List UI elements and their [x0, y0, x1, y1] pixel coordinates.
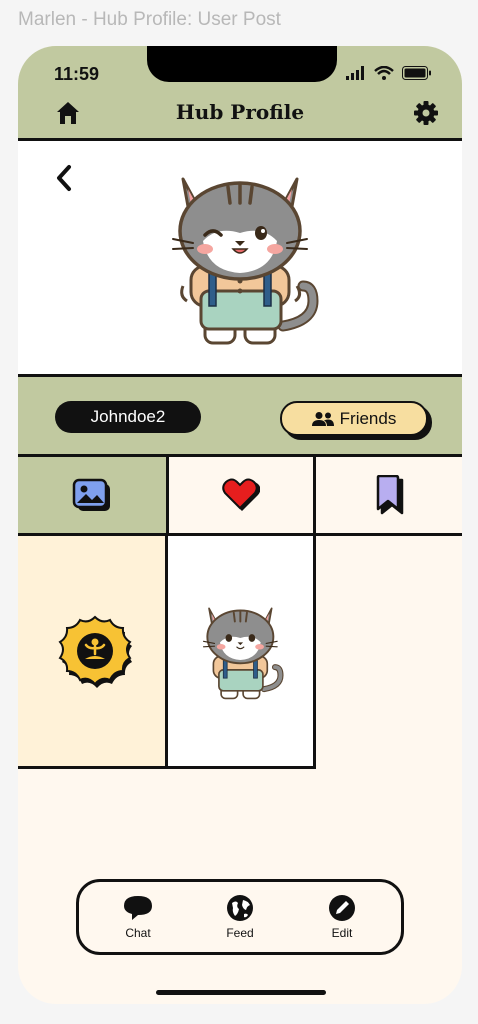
- friends-label: Friends: [339, 408, 397, 428]
- back-button[interactable]: [52, 163, 76, 193]
- profile-hero: [18, 141, 462, 377]
- friends-button[interactable]: Friends: [280, 401, 428, 436]
- profile-bar: Johndoe2 Friends: [18, 377, 462, 457]
- bookmark-icon: [376, 475, 404, 515]
- meditation-badge-icon: [58, 615, 132, 688]
- meditation-badge: [56, 614, 134, 692]
- cat-avatar-icon: [172, 177, 319, 345]
- pencil-icon: [329, 895, 355, 921]
- people-icon: [311, 411, 334, 426]
- status-icons: [346, 66, 432, 80]
- device-notch: [147, 46, 337, 82]
- nav-feed-label: Feed: [226, 926, 254, 940]
- window-title: Marlen - Hub Profile: User Post: [18, 9, 281, 30]
- nav-feed[interactable]: Feed: [210, 894, 270, 940]
- nav-chat[interactable]: Chat: [108, 894, 168, 940]
- app-header: 11:59 Hub Profile: [18, 46, 462, 141]
- home-indicator: [156, 990, 326, 995]
- gear-icon: [414, 101, 438, 125]
- heart-icon: [222, 478, 260, 511]
- cat-image-icon: [202, 607, 284, 700]
- grid-badge-cell[interactable]: [18, 536, 168, 769]
- settings-button[interactable]: [412, 99, 440, 127]
- status-time: 11:59: [54, 64, 100, 84]
- grid-post-cell[interactable]: [168, 536, 316, 769]
- tab-likes[interactable]: [168, 457, 316, 533]
- profile-avatar: [163, 161, 323, 356]
- tab-saved[interactable]: [316, 457, 462, 533]
- nav-edit[interactable]: Edit: [312, 894, 372, 940]
- battery-icon: [402, 66, 431, 80]
- nav-chat-label: Chat: [125, 926, 151, 940]
- nav-edit-label: Edit: [331, 926, 353, 940]
- signal-icon: [346, 66, 364, 80]
- page-title: Hub Profile: [175, 100, 305, 124]
- content-tabs: [18, 457, 462, 536]
- image-icon: [72, 478, 110, 511]
- bottom-nav: Chat Feed Edit: [76, 879, 404, 955]
- username-pill: Johndoe2: [55, 401, 201, 433]
- post-image: [198, 592, 286, 712]
- chat-bubble-icon: [124, 896, 152, 920]
- wifi-icon: [374, 66, 394, 80]
- tab-posts[interactable]: [18, 457, 169, 533]
- chevron-left-icon: [57, 165, 71, 191]
- globe-icon: [227, 895, 253, 921]
- phone-screen: 11:59 Hub Profile Johndoe2 Friends Chat …: [18, 46, 462, 1004]
